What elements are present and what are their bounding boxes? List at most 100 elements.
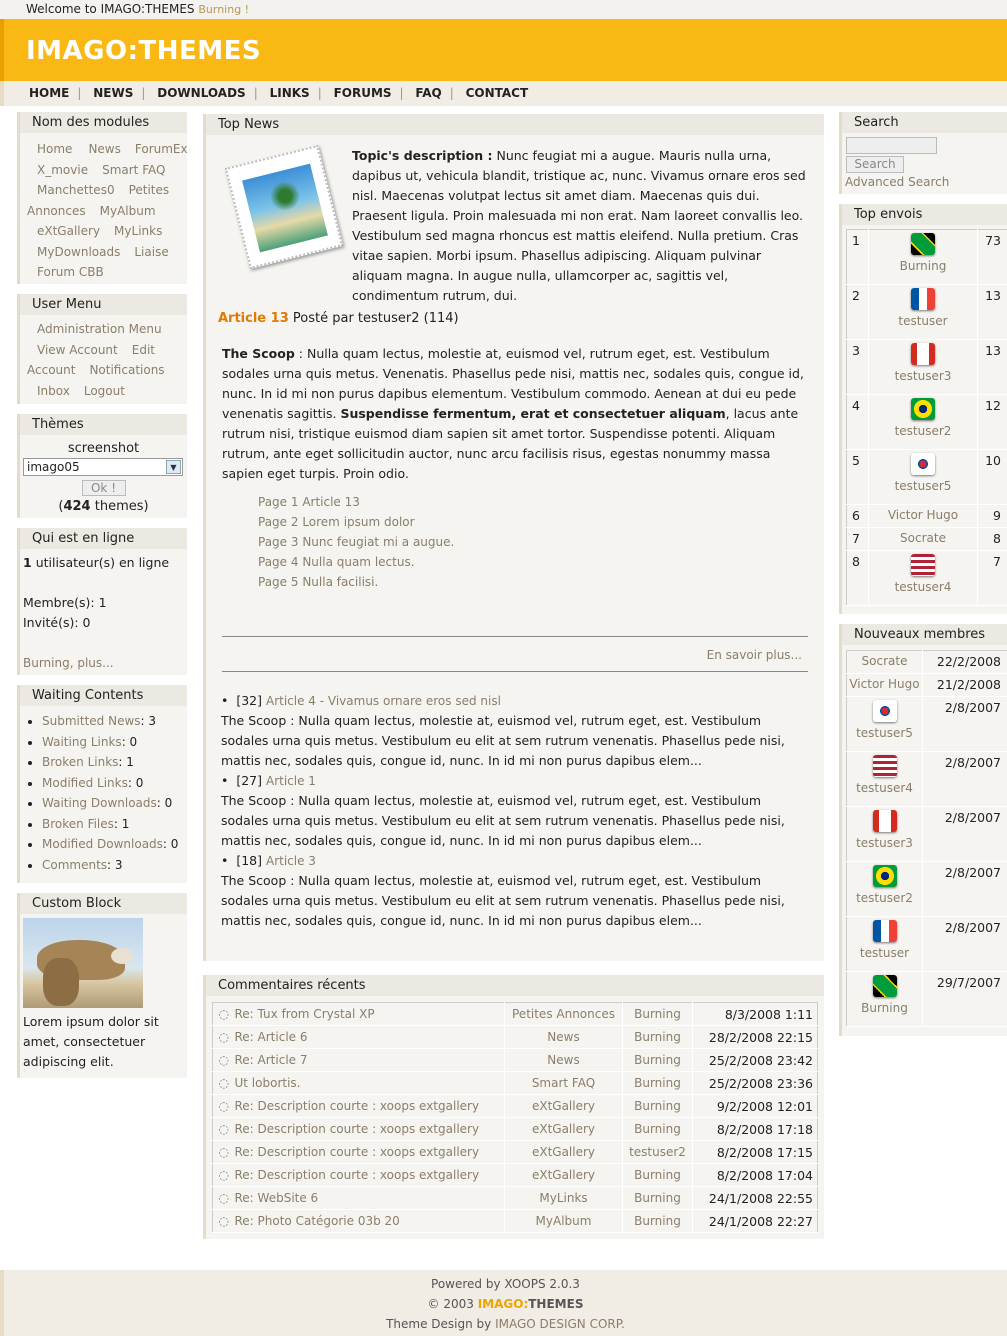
module-home[interactable]: Home	[37, 142, 72, 156]
menu-logout[interactable]: Logout	[84, 384, 125, 398]
nav-faq[interactable]: FAQ	[415, 86, 441, 100]
module-xmovie[interactable]: X_movie	[37, 163, 88, 177]
search-button[interactable]: Search	[846, 156, 904, 173]
comment-title[interactable]: Re: Article 6	[234, 1025, 505, 1049]
theme-select[interactable]: imago05 ▼	[23, 458, 183, 476]
comment-title[interactable]: Re: Description courte : xoops extgaller…	[234, 1094, 505, 1118]
module-smartfaq[interactable]: Smart FAQ	[102, 163, 165, 177]
chevron-down-icon[interactable]: ▼	[166, 460, 181, 474]
menu-notifications[interactable]: Notifications	[89, 363, 164, 377]
page-link[interactable]: Page 5 Nulla facilisi.	[258, 572, 812, 592]
top-user[interactable]: Burning	[868, 229, 978, 285]
nav-downloads[interactable]: DOWNLOADS	[157, 86, 245, 100]
member-name[interactable]: testuser3	[846, 806, 923, 862]
member-name[interactable]: testuser4	[846, 751, 923, 807]
module-mydownloads[interactable]: MyDownloads	[37, 245, 120, 259]
comment-module[interactable]: MyAlbum	[504, 1209, 623, 1233]
comment-row: ◌ Re: Photo Catégorie 03b 20 MyAlbum Burnin…	[212, 1209, 818, 1233]
read-more-link[interactable]: En savoir plus...	[218, 637, 812, 671]
comment-module[interactable]: eXtGallery	[504, 1117, 623, 1141]
top-user[interactable]: testuser2	[868, 394, 978, 450]
top-user[interactable]: testuser5	[868, 449, 978, 505]
waiting-item: Waiting Links: 0	[42, 732, 187, 753]
comment-user[interactable]: Burning	[622, 1117, 693, 1141]
comment-user[interactable]: testuser2	[622, 1140, 693, 1164]
nav-links[interactable]: LINKS	[270, 86, 310, 100]
member-name[interactable]: Socrate	[846, 650, 923, 674]
brazil-flag-icon	[911, 398, 935, 420]
module-mylinks[interactable]: MyLinks	[114, 224, 162, 238]
comment-user[interactable]: Burning	[622, 1025, 693, 1049]
nav-contact[interactable]: CONTACT	[466, 86, 529, 100]
page-link[interactable]: Page 2 Lorem ipsum dolor	[258, 512, 812, 532]
search-input[interactable]	[846, 137, 937, 154]
module-manchettes[interactable]: Manchettes0	[37, 183, 115, 197]
advanced-search-link[interactable]: Advanced Search	[845, 175, 1007, 189]
comment-title[interactable]: Re: Description courte : xoops extgaller…	[234, 1163, 505, 1187]
page-link[interactable]: Page 3 Nunc feugiat mi a augue.	[258, 532, 812, 552]
comment-title[interactable]: Ut lobortis.	[234, 1071, 505, 1095]
comment-module[interactable]: eXtGallery	[504, 1140, 623, 1164]
custom-block: Custom Block Lorem ipsum dolor sit amet,…	[17, 893, 187, 1078]
comment-module[interactable]: News	[504, 1025, 623, 1049]
member-name[interactable]: testuser2	[846, 861, 923, 917]
search-title: Search	[842, 112, 1007, 133]
comment-module[interactable]: Smart FAQ	[504, 1071, 623, 1095]
top-user[interactable]: testuser	[868, 284, 978, 340]
comment-module[interactable]: Petites Annonces	[504, 1002, 623, 1026]
new-member-row: testuser5 2/8/2007	[846, 696, 1007, 752]
nav-news[interactable]: NEWS	[93, 86, 133, 100]
module-extgallery[interactable]: eXtGallery	[37, 224, 100, 238]
top-user[interactable]: Victor Hugo	[868, 504, 978, 528]
menu-edit[interactable]: Edit	[132, 343, 155, 357]
member-name[interactable]: Victor Hugo	[846, 673, 923, 697]
comment-module[interactable]: eXtGallery	[504, 1163, 623, 1187]
comment-user[interactable]: Burning	[622, 1186, 693, 1210]
member-name[interactable]: testuser5	[846, 696, 923, 752]
page-link[interactable]: Page 4 Nulla quam lectus.	[258, 552, 812, 572]
comment-user[interactable]: Burning	[622, 1048, 693, 1072]
top-user[interactable]: testuser3	[868, 339, 978, 395]
nav-forums[interactable]: FORUMS	[334, 86, 392, 100]
module-forumcbb[interactable]: Forum CBB	[37, 265, 104, 279]
comment-title[interactable]: Re: Description courte : xoops extgaller…	[234, 1140, 505, 1164]
comment-user[interactable]: Burning	[622, 1071, 693, 1095]
online-last[interactable]: Burning, plus...	[23, 653, 184, 673]
module-forumex[interactable]: ForumEx	[135, 142, 188, 156]
member-name[interactable]: testuser	[846, 916, 923, 972]
nav-home[interactable]: HOME	[29, 86, 69, 100]
module-petites[interactable]: Petites	[129, 183, 170, 197]
menu-inbox[interactable]: Inbox	[37, 384, 70, 398]
top-user[interactable]: Socrate	[868, 527, 978, 551]
comment-title[interactable]: Re: Photo Catégorie 03b 20	[234, 1209, 505, 1233]
member-name[interactable]: Burning	[846, 971, 923, 1027]
top-user[interactable]: testuser4	[868, 550, 978, 606]
comment-user[interactable]: Burning	[622, 1094, 693, 1118]
comment-module[interactable]: News	[504, 1048, 623, 1072]
comment-user[interactable]: Burning	[622, 1002, 693, 1026]
member-date: 21/2/2008	[922, 673, 1007, 697]
waiting-block: Waiting Contents Submitted News: 3 Waiti…	[17, 685, 187, 883]
top-envois-table: 1 Burning 73 2 testuser 13 3 testuser3 13 4 testus…	[846, 229, 1007, 606]
comment-module[interactable]: eXtGallery	[504, 1094, 623, 1118]
new-member-row: testuser3 2/8/2007	[846, 806, 1007, 862]
menu-admin[interactable]: Administration Menu	[37, 322, 162, 336]
menu-account[interactable]: Account	[27, 363, 75, 377]
comment-title[interactable]: Re: WebSite 6	[234, 1186, 505, 1210]
comment-user[interactable]: Burning	[622, 1163, 693, 1187]
comment-title[interactable]: Re: Tux from Crystal XP	[234, 1002, 505, 1026]
module-liaise[interactable]: Liaise	[134, 245, 168, 259]
site-logo[interactable]: IMAGO:THEMES	[26, 36, 261, 66]
themes-screenshot: screenshot	[67, 441, 140, 456]
article-link[interactable]: Article 13	[218, 311, 289, 326]
page-link[interactable]: Page 1 Article 13	[258, 492, 812, 512]
module-news[interactable]: News	[88, 142, 120, 156]
comment-user[interactable]: Burning	[622, 1209, 693, 1233]
module-myalbum[interactable]: MyAlbum	[100, 204, 156, 218]
module-annonces[interactable]: Annonces	[27, 204, 86, 218]
comment-module[interactable]: MyLinks	[504, 1186, 623, 1210]
comment-title[interactable]: Re: Description courte : xoops extgaller…	[234, 1117, 505, 1141]
comment-title[interactable]: Re: Article 7	[234, 1048, 505, 1072]
theme-ok-button[interactable]: Ok !	[81, 480, 126, 496]
menu-view-account[interactable]: View Account	[37, 343, 118, 357]
